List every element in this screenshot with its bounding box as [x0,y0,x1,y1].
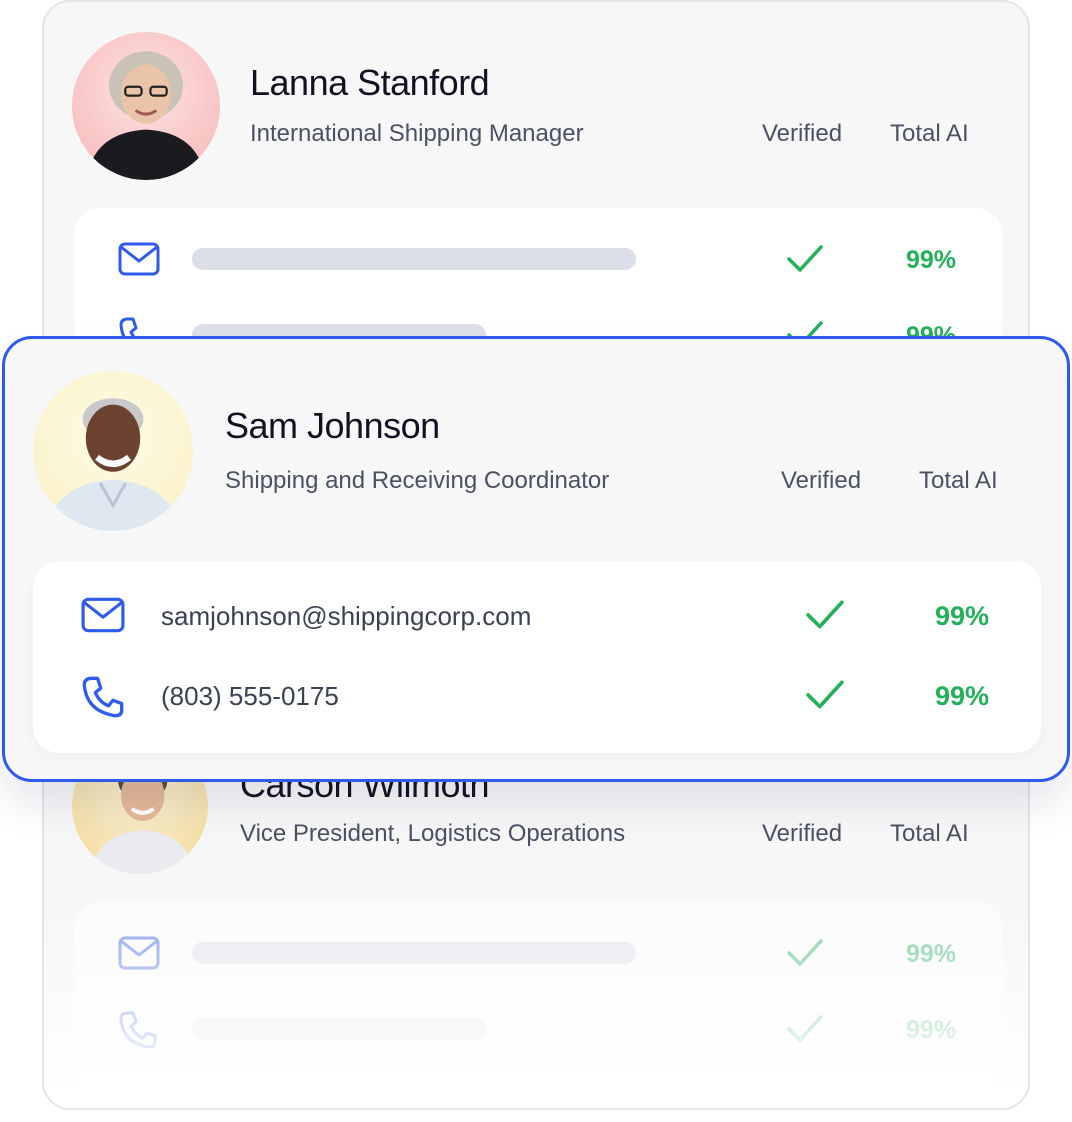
phone-icon [81,675,125,719]
selected-profile-card[interactable]: Sam Johnson Shipping and Receiving Coord… [2,336,1070,782]
avatar-sam [33,371,193,531]
redacted-phone-placeholder [192,1018,486,1040]
profile-name: Lanna Stanford [250,62,490,103]
email-address[interactable]: samjohnson@shippingcorp.com [161,601,531,632]
verified-column-header: Verified [762,820,843,847]
email-score: 99% [906,940,957,968]
mail-icon [81,597,125,633]
mail-icon [118,936,160,970]
profile-name: Sam Johnson [225,405,440,446]
checkmark-icon [786,938,824,968]
phone-icon [118,1010,158,1050]
total-ai-column-header: Total AI [919,467,998,494]
phone-score: 99% [935,681,990,711]
avatar-lanna [72,32,220,180]
email-score: 99% [906,246,957,274]
phone-score: 99% [906,1016,957,1044]
checkmark-icon [805,679,845,711]
verified-column-header: Verified [762,120,843,147]
phone-number[interactable]: (803) 555-0175 [161,681,339,712]
profile-role: International Shipping Manager [250,120,584,147]
contact-details-card: samjohnson@shippingcorp.com 99% (803) 55… [33,561,1041,753]
verified-column-header: Verified [781,467,862,494]
redacted-email-placeholder [192,942,636,964]
email-score: 99% [935,601,990,631]
redacted-email-placeholder [192,248,636,270]
total-ai-column-header: Total AI [890,120,969,147]
mail-icon [118,242,160,276]
profile-role: Vice President, Logistics Operations [240,820,626,847]
checkmark-icon [786,1014,824,1044]
contact-details-card: 99% 99% [74,902,1002,1086]
checkmark-icon [805,599,845,631]
profile-role: Shipping and Receiving Coordinator [225,467,610,494]
total-ai-column-header: Total AI [890,820,969,847]
checkmark-icon [786,244,824,274]
